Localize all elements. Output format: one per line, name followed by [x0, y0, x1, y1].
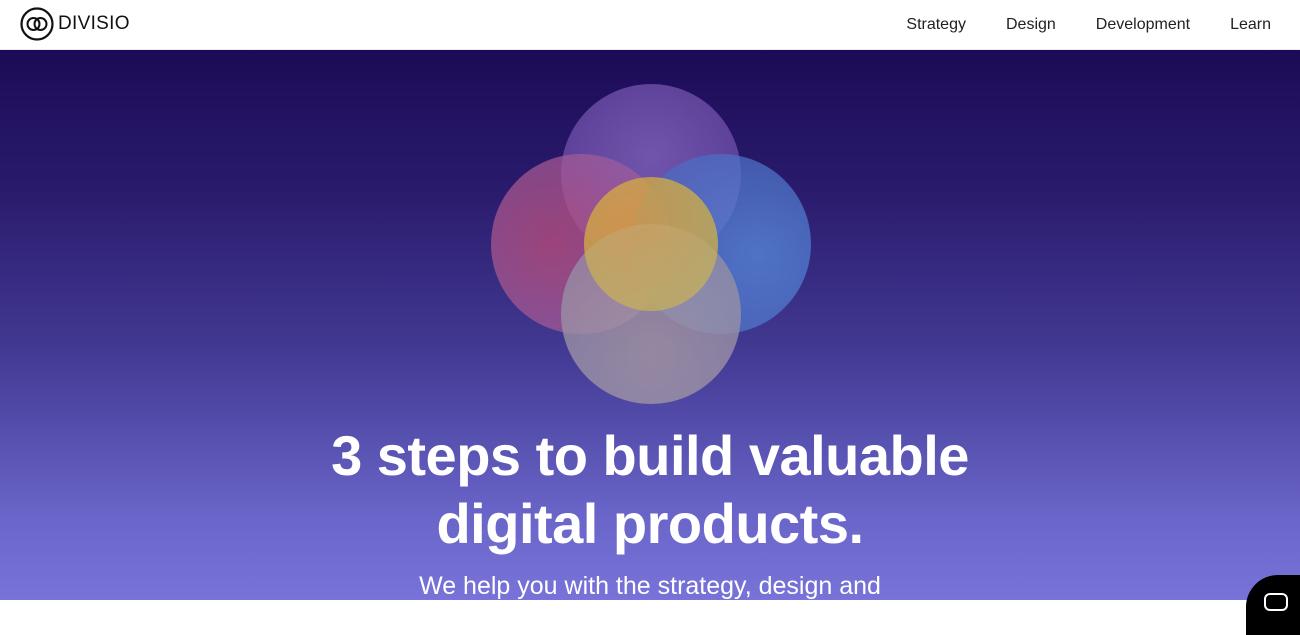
hero-subline: We help you with the strategy, design an…	[419, 572, 881, 600]
nav-link-development[interactable]: Development	[1096, 16, 1190, 34]
overlapping-circles-graphic	[491, 84, 811, 404]
nav-link-strategy[interactable]: Strategy	[906, 16, 966, 34]
nav-link-design[interactable]: Design	[1006, 16, 1056, 34]
chat-icon	[1264, 593, 1288, 611]
main-nav: Strategy Design Development Learn	[866, 0, 1271, 50]
logo-text: DIVISIO	[58, 13, 130, 34]
chat-widget-button[interactable]	[1246, 575, 1300, 635]
hero-section: 3 steps to build valuable digital produc…	[0, 50, 1300, 600]
circle-bottom-overlay	[561, 224, 741, 404]
nav-link-learn[interactable]: Learn	[1230, 16, 1271, 34]
divisio-logo-icon	[20, 7, 54, 41]
top-navigation: DIVISIO Strategy Design Development Lear…	[0, 0, 1300, 50]
headline-line-1: 3 steps to build valuable	[331, 424, 969, 487]
headline-line-2: digital products.	[436, 492, 864, 555]
divisio-logo[interactable]: DIVISIO	[20, 7, 130, 41]
hero-headline: 3 steps to build valuable digital produc…	[0, 422, 1300, 558]
